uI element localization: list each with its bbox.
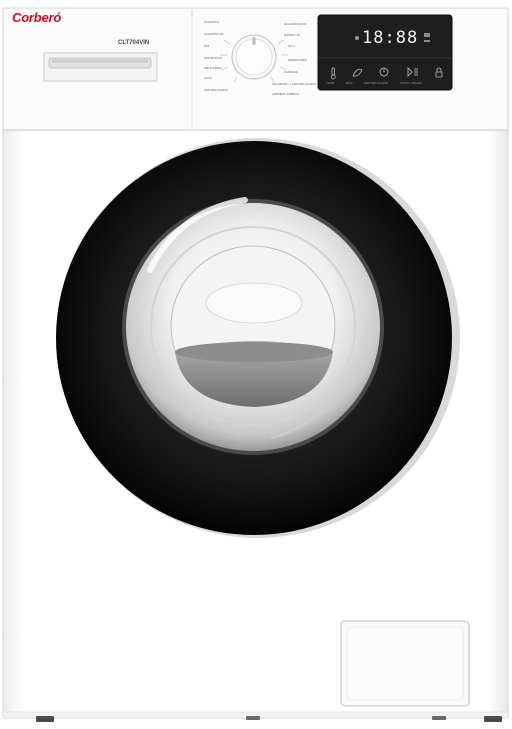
filter-hatch[interactable]	[340, 620, 470, 707]
program-label: ALGODÓN 20°	[204, 32, 225, 36]
program-label: LIMPIEZA TAMBOR	[272, 92, 299, 96]
detergent-drawer[interactable]	[43, 52, 158, 82]
display-digits: 18:88	[362, 28, 419, 48]
program-label: CENTRIFUGADO	[204, 88, 228, 92]
program-label: MIX	[204, 44, 210, 48]
washing-machine	[2, 7, 509, 722]
program-label: SINTÉTICOS	[204, 56, 223, 60]
program-label: 20 °C	[288, 44, 296, 48]
program-label: ALGODÓN	[204, 20, 220, 24]
program-label: EDREDONES	[288, 58, 308, 62]
program-label: DELICADOS	[204, 66, 222, 70]
program-knob[interactable]	[231, 34, 277, 80]
display-panel	[317, 14, 453, 91]
program-label: CAMISAS	[284, 70, 298, 74]
program-label: LANA	[204, 76, 212, 80]
model-label: CLT704VIN	[118, 40, 150, 46]
door[interactable]	[56, 138, 460, 538]
brand-logo: Corberó	[12, 10, 62, 25]
button-label: ECO	[346, 81, 353, 85]
button-label: INICIO / PAUSA	[400, 81, 422, 85]
program-label: ALGODÓN ECO	[284, 22, 307, 26]
button-label: CENTRIFUGADO	[364, 81, 388, 85]
program-label: RÁPIDO 15'	[284, 33, 301, 37]
program-label: ACLARADO + CENTRIFUGADO	[272, 82, 316, 86]
button-label: TEMP.	[326, 81, 335, 85]
